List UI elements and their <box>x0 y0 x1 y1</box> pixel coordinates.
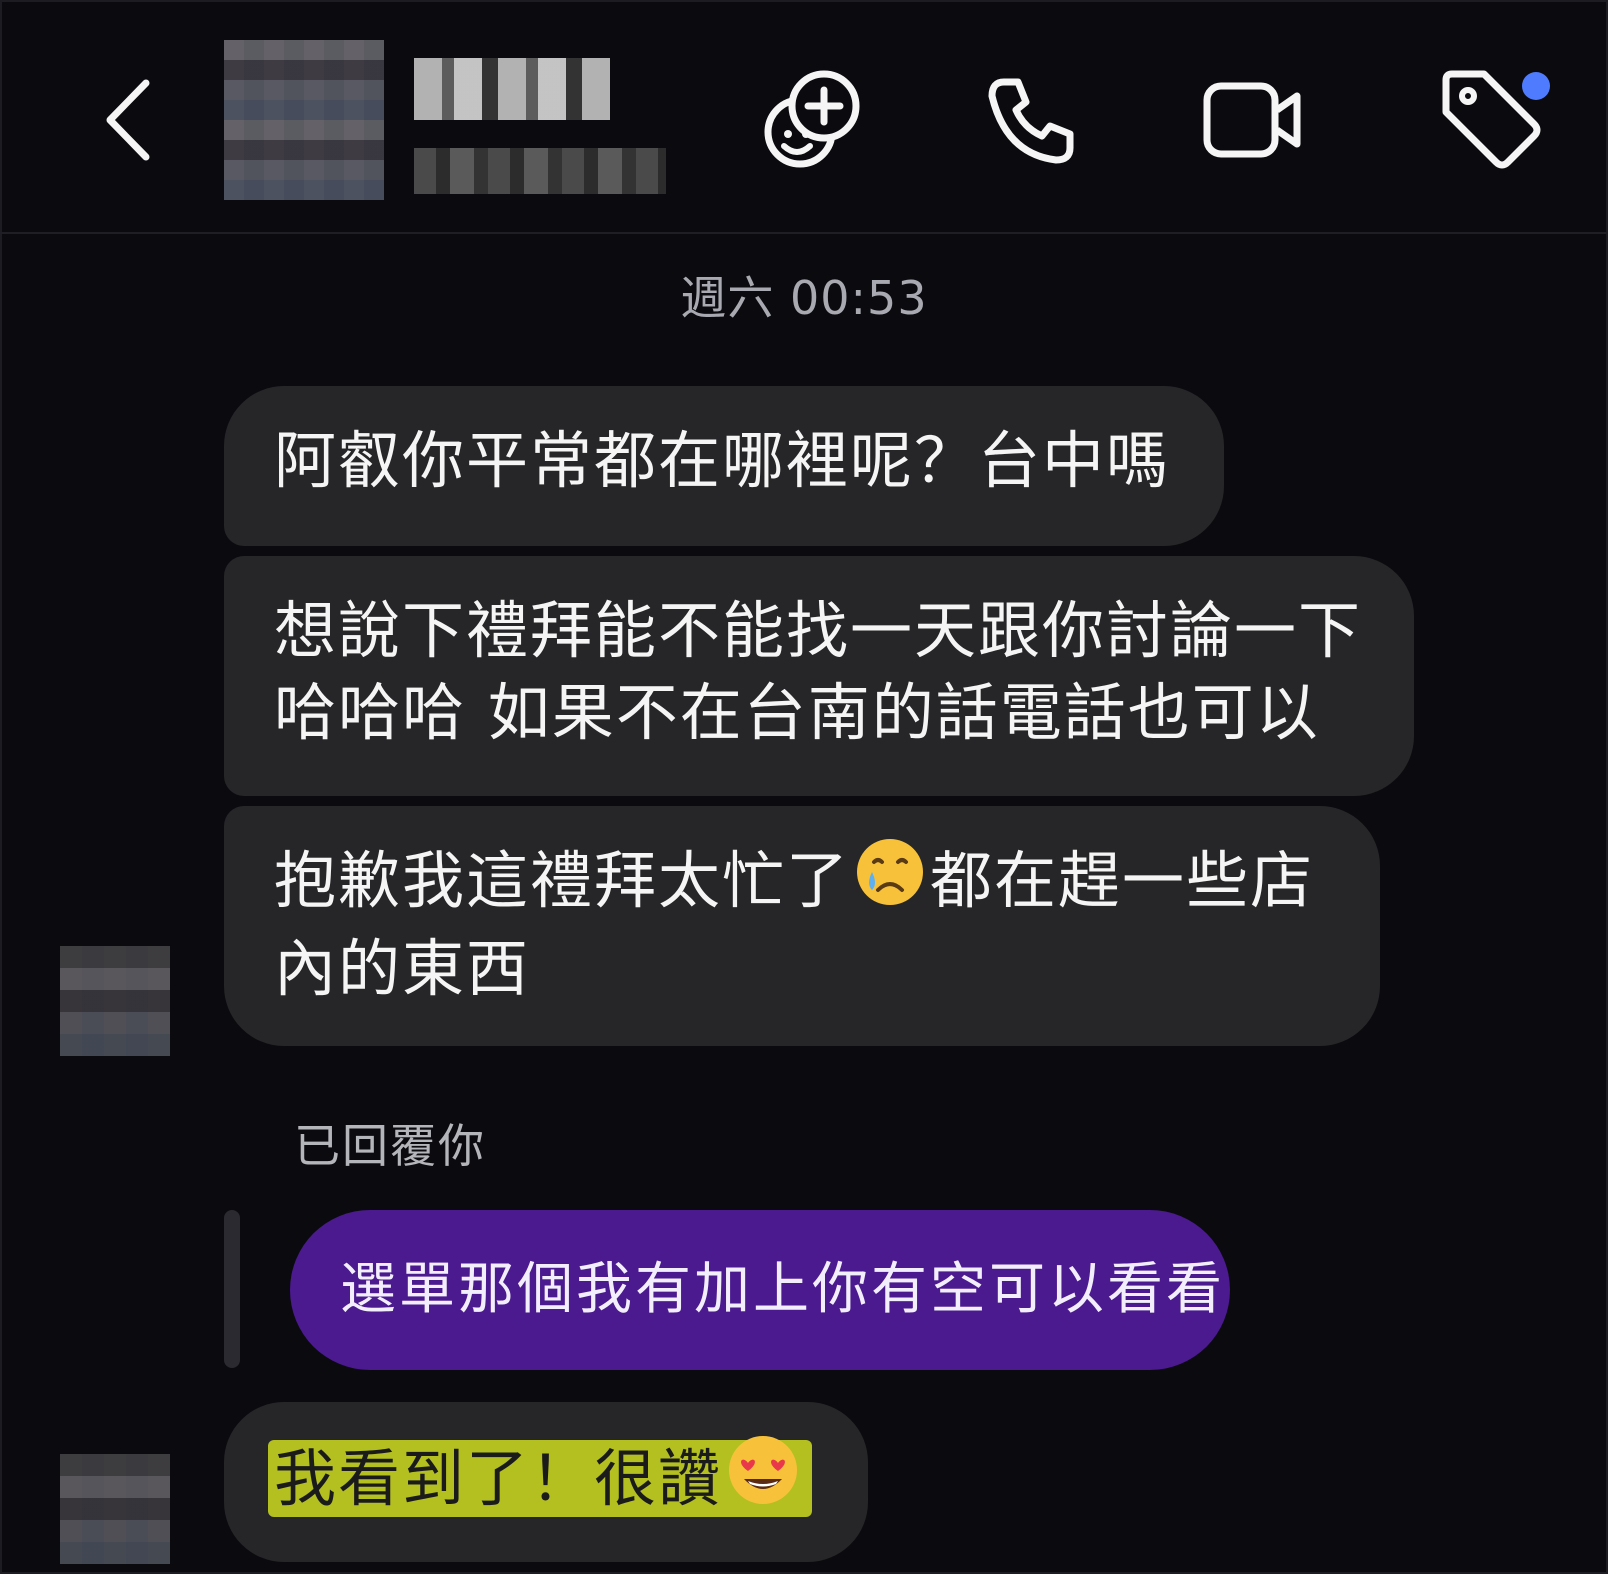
contact-name[interactable] <box>414 58 610 120</box>
sticker-add-icon <box>764 70 860 168</box>
video-camera-icon <box>1203 82 1301 158</box>
back-button[interactable] <box>88 70 168 170</box>
sticker-button[interactable] <box>756 64 868 176</box>
received-message[interactable]: 阿叡你平常都在哪裡呢？台中嗎 <box>224 386 1224 546</box>
received-message[interactable]: 想說下禮拜能不能找一天跟你討論一下 哈哈哈 如果不在台南的話電話也可以 <box>224 556 1414 796</box>
tag-icon <box>1442 70 1550 169</box>
crying-face-icon <box>854 836 926 928</box>
phone-icon <box>988 78 1074 164</box>
voice-call-button[interactable] <box>982 70 1082 170</box>
heart-eyes-face-icon <box>726 1433 800 1527</box>
contact-avatar[interactable] <box>224 40 384 200</box>
sent-message-quoted[interactable]: 選單那個我有加上你有空可以看看 <box>290 1210 1230 1370</box>
message-text-line: 內的東西 <box>274 931 531 1005</box>
sender-avatar[interactable] <box>60 1454 170 1564</box>
message-text: 我看到了！很讚 <box>274 1442 723 1515</box>
received-message[interactable]: 抱歉我這禮拜太忙了 都在趕一些店 內的東西 <box>224 806 1380 1046</box>
message-text: 都在趕一些店 <box>930 844 1315 917</box>
notification-dot <box>1522 72 1550 100</box>
message-text-line: 想說下禮拜能不能找一天跟你討論一下 <box>274 594 1363 667</box>
message-text: 阿叡你平常都在哪裡呢？台中嗎 <box>274 424 1171 497</box>
received-message[interactable]: 我看到了！很讚 <box>224 1402 868 1562</box>
highlighted-text: 我看到了！很讚 <box>268 1435 813 1517</box>
message-timestamp: 週六 00:53 <box>680 271 928 325</box>
reply-label: 已回覆你 <box>294 1119 486 1173</box>
message-text: 選單那個我有加上你有空可以看看 <box>340 1257 1225 1322</box>
message-text: 抱歉我這禮拜太忙了 <box>274 844 851 917</box>
chevron-left-icon <box>106 79 150 161</box>
reply-indicator-bar <box>224 1210 240 1368</box>
tag-button[interactable] <box>1438 66 1554 176</box>
message-text-line: 哈哈哈 如果不在台南的話電話也可以 <box>274 676 1320 749</box>
video-call-button[interactable] <box>1198 74 1308 166</box>
sender-avatar[interactable] <box>60 946 170 1056</box>
chat-header <box>0 0 1608 234</box>
contact-status <box>414 148 666 194</box>
